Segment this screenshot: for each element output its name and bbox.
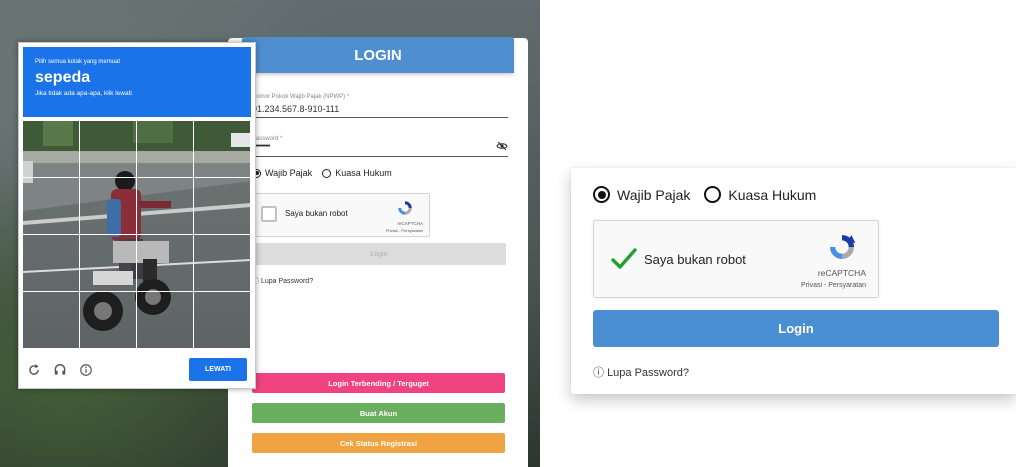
radio-label-wajib-pajak: Wajib Pajak	[617, 186, 691, 203]
recaptcha-brand: reCAPTCHA	[397, 221, 423, 226]
check-registration-status-button[interactable]: Cek Status Registrasi	[252, 433, 505, 453]
captcha-tile[interactable]	[23, 235, 80, 292]
captcha-tile[interactable]	[23, 121, 80, 178]
captcha-tile[interactable]	[23, 292, 80, 349]
captcha-tile[interactable]	[80, 178, 137, 235]
check-icon[interactable]	[610, 247, 638, 271]
npwp-label: Nomor Pokok Wajib Pajak (NPWP) *	[252, 94, 350, 100]
captcha-tile[interactable]	[23, 178, 80, 235]
npwp-input[interactable]: 91.234.567.8-910-111	[252, 104, 339, 114]
help-circle-icon: ⓘ	[593, 367, 604, 379]
captcha-tile[interactable]	[194, 235, 251, 292]
captcha-tile[interactable]	[80, 235, 137, 292]
recaptcha-brand: reCAPTCHA	[817, 268, 866, 278]
recaptcha-label: Saya bukan robot	[644, 252, 746, 267]
password-underline	[252, 156, 508, 157]
taxpayer-type-radio-group-zoomed: Wajib Pajak Kuasa Hukum	[593, 186, 816, 203]
login-title: LOGIN	[242, 37, 514, 73]
radio-kuasa-hukum[interactable]	[322, 168, 332, 178]
reload-icon[interactable]	[27, 363, 41, 377]
captcha-footer: LEWATI	[23, 355, 251, 385]
login-button-disabled[interactable]: Login	[252, 243, 506, 265]
image-captcha-popup: Pilih semua kotak yang memuat sepeda Jik…	[18, 42, 256, 389]
captcha-tile[interactable]	[137, 292, 194, 349]
radio-wajib-pajak[interactable]	[593, 186, 610, 203]
radio-label-kuasa-hukum: Kuasa Hukum	[728, 186, 817, 203]
captcha-instruction: Pilih semua kotak yang memuat	[35, 59, 121, 65]
forgot-password-label: Lupa Password?	[260, 278, 314, 285]
taxpayer-type-radio-group: Wajib Pajak Kuasa Hukum	[252, 168, 392, 178]
captcha-tile[interactable]	[137, 235, 194, 292]
captcha-subtext: Jika tidak ada apa-apa, klik lewati	[35, 90, 132, 97]
eye-off-icon[interactable]	[496, 140, 508, 152]
captcha-tile[interactable]	[137, 121, 194, 178]
radio-selected-dot	[597, 190, 606, 199]
info-icon[interactable]	[79, 363, 93, 377]
captcha-tile[interactable]	[194, 292, 251, 349]
radio-kuasa-hukum[interactable]	[704, 186, 722, 203]
npwp-underline	[252, 117, 508, 118]
captcha-target-object: sepeda	[35, 69, 91, 86]
recaptcha-logo-icon	[398, 201, 412, 215]
captcha-image-grid	[23, 121, 251, 349]
audio-icon[interactable]	[53, 363, 67, 377]
captcha-tile[interactable]	[80, 292, 137, 349]
create-account-button[interactable]: Buat Akun	[252, 403, 505, 423]
recaptcha-terms[interactable]: Privasi - Persyaratan	[801, 282, 866, 289]
captcha-tile[interactable]	[80, 121, 137, 178]
captcha-tile[interactable]	[137, 178, 194, 235]
password-label: Password *	[252, 136, 283, 142]
radio-label-kuasa-hukum: Kuasa Hukum	[335, 168, 392, 178]
blocked-login-button[interactable]: Login Terbending / Terguget	[252, 373, 505, 393]
forgot-password-link[interactable]: ⓘ Lupa Password?	[252, 276, 313, 286]
zoomed-login-panel: Wajib Pajak Kuasa Hukum Saya bukan robot…	[571, 168, 1016, 394]
forgot-password-link[interactable]: ⓘ Lupa Password?	[593, 364, 689, 380]
captcha-header: Pilih semua kotak yang memuat sepeda Jik…	[23, 47, 251, 117]
recaptcha-label: Saya bukan robot	[285, 209, 348, 218]
skip-button[interactable]: LEWATI	[189, 358, 247, 381]
recaptcha-terms[interactable]: Privasi - Persyaratan	[386, 228, 423, 233]
captcha-tile[interactable]	[194, 121, 251, 178]
captcha-tile[interactable]	[194, 178, 251, 235]
recaptcha-logo-icon	[830, 235, 856, 259]
recaptcha-checkbox[interactable]	[261, 206, 277, 222]
radio-label-wajib-pajak: Wajib Pajak	[265, 168, 313, 178]
login-button[interactable]: Login	[593, 310, 999, 347]
forgot-password-label: Lupa Password?	[607, 367, 690, 379]
recaptcha-widget: Saya bukan robot reCAPTCHA Privasi - Per…	[252, 193, 430, 237]
recaptcha-widget-zoomed: Saya bukan robot reCAPTCHA Privasi - Per…	[593, 220, 879, 298]
